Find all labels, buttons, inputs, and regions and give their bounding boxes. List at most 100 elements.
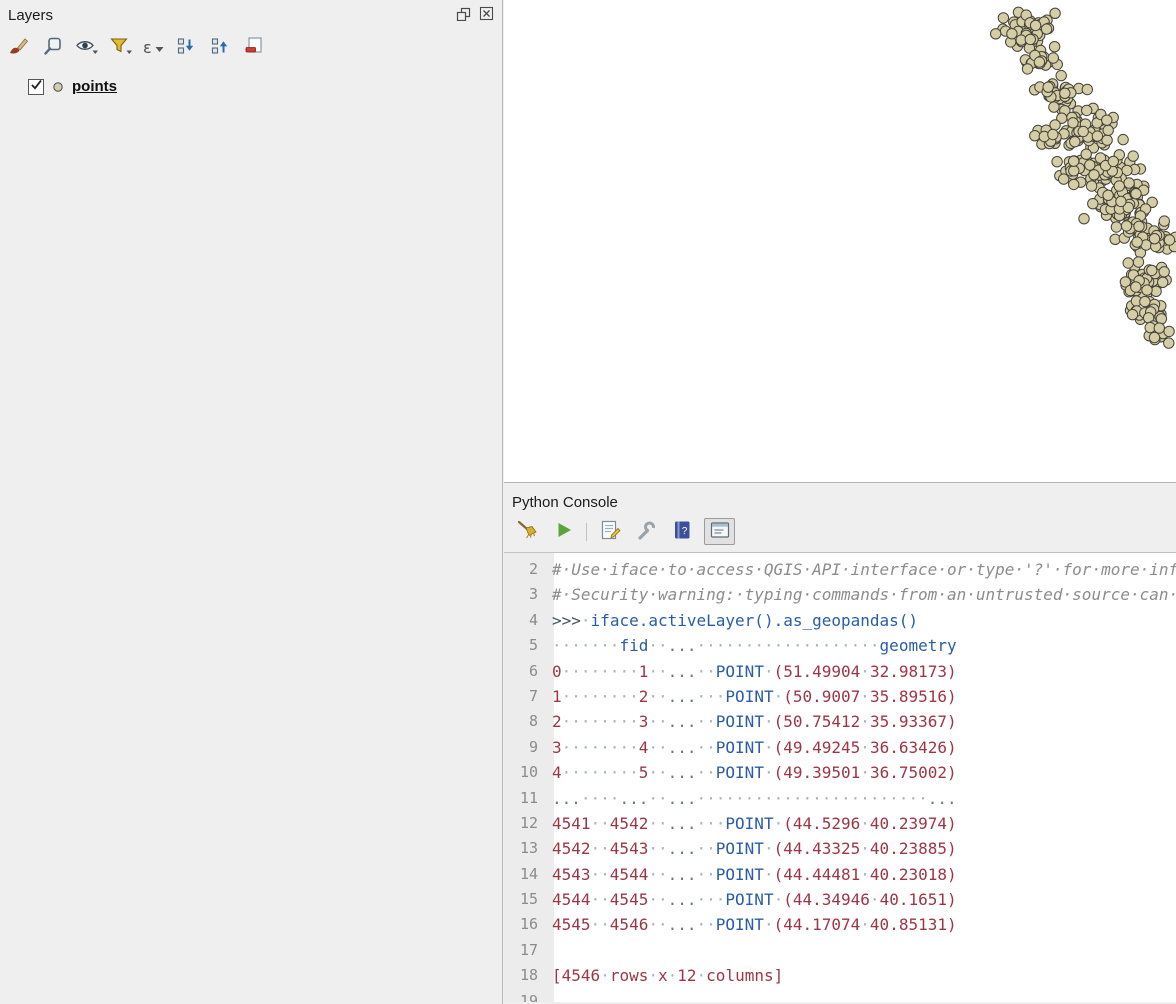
console-line-text: 4544··4545··...···POINT·(44.34946·40.165… bbox=[546, 887, 957, 912]
console-line-number: 19 bbox=[504, 989, 546, 1002]
console-line: 5·······fid··...···················geome… bbox=[504, 633, 1176, 658]
console-line-number: 12 bbox=[504, 811, 546, 836]
run-command-button[interactable] bbox=[550, 519, 577, 544]
console-line-number: 14 bbox=[504, 862, 546, 887]
console-line-number: 17 bbox=[504, 938, 546, 963]
manage-map-themes-button[interactable] bbox=[74, 36, 100, 60]
console-line: 93········4··...··POINT·(49.49245·36.634… bbox=[504, 735, 1176, 760]
console-line: 144543··4544··...··POINT·(44.44481·40.23… bbox=[504, 862, 1176, 887]
console-line-text bbox=[546, 938, 552, 963]
filter-by-expression-button[interactable]: ε bbox=[142, 36, 165, 60]
run-icon bbox=[554, 520, 574, 543]
console-line: 4>>>·iface.activeLayer().as_geopandas() bbox=[504, 608, 1176, 633]
help-book-icon: ? bbox=[671, 519, 693, 544]
expand-all-icon bbox=[176, 36, 196, 59]
console-line-text: 1········2··...···POINT·(50.9007·35.8951… bbox=[546, 684, 957, 709]
console-title: Python Console bbox=[504, 483, 1176, 511]
console-line-number: 15 bbox=[504, 887, 546, 912]
layers-panel: Layers bbox=[0, 0, 503, 1004]
point-symbol-icon bbox=[52, 81, 64, 93]
collapse-all-icon bbox=[210, 36, 230, 59]
console-lines: 2#·Use·iface·to·access·QGIS·API·interfac… bbox=[504, 557, 1176, 1002]
remove-layer-icon bbox=[244, 36, 264, 59]
funnel-icon bbox=[109, 36, 133, 59]
options-button[interactable] bbox=[632, 519, 659, 544]
layers-panel-titlebar: Layers bbox=[0, 0, 502, 30]
console-line-number: 8 bbox=[504, 709, 546, 734]
svg-text:?: ? bbox=[681, 526, 687, 537]
console-line-number: 10 bbox=[504, 760, 546, 785]
console-line: 2#·Use·iface·to·access·QGIS·API·interfac… bbox=[504, 557, 1176, 582]
console-line-text: 4542··4543··...··POINT·(44.43325·40.2388… bbox=[546, 836, 957, 861]
layer-label[interactable]: points bbox=[72, 78, 117, 95]
layer-row-points[interactable]: points bbox=[28, 78, 502, 95]
console-line-number: 18 bbox=[504, 963, 546, 988]
checkmark-icon bbox=[30, 78, 43, 96]
close-panel-button[interactable] bbox=[479, 6, 494, 24]
help-button[interactable]: ? bbox=[668, 519, 695, 544]
console-line: 60········1··...··POINT·(51.49904·32.981… bbox=[504, 659, 1176, 684]
broom-icon bbox=[516, 519, 540, 544]
float-panel-button[interactable] bbox=[456, 6, 471, 24]
console-line-text: #·Use·iface·to·access·QGIS·API·interface… bbox=[546, 557, 1176, 582]
console-line: 19 bbox=[504, 989, 1176, 1002]
console-line-text: >>>·iface.activeLayer().as_geopandas() bbox=[546, 608, 918, 633]
float-panel-icon bbox=[456, 6, 471, 24]
console-line: 3#·Security·warning:·typing·commands·fro… bbox=[504, 582, 1176, 607]
clear-console-button[interactable] bbox=[514, 519, 541, 544]
console-line: 71········2··...···POINT·(50.9007·35.895… bbox=[504, 684, 1176, 709]
console-line-text: #·Security·warning:·typing·commands·from… bbox=[546, 582, 1176, 607]
console-line-text: 2········3··...··POINT·(50.75412·35.9336… bbox=[546, 709, 957, 734]
expand-all-button[interactable] bbox=[173, 36, 199, 60]
add-group-button[interactable] bbox=[40, 36, 66, 60]
qgis-window: Layers bbox=[0, 0, 1176, 1004]
console-line: 18[4546·rows·x·12·columns] bbox=[504, 963, 1176, 988]
collapse-all-button[interactable] bbox=[207, 36, 233, 60]
console-line: 17 bbox=[504, 938, 1176, 963]
console-line-number: 7 bbox=[504, 684, 546, 709]
layers-toolbar: ε bbox=[0, 30, 502, 64]
open-layer-styling-button[interactable] bbox=[6, 36, 32, 60]
remove-layer-button[interactable] bbox=[241, 36, 267, 60]
console-line: 154544··4545··...···POINT·(44.34946·40.1… bbox=[504, 887, 1176, 912]
console-line-number: 16 bbox=[504, 912, 546, 937]
console-line: 164545··4546··...··POINT·(44.17074·40.85… bbox=[504, 912, 1176, 937]
magnifier-icon bbox=[43, 36, 63, 59]
show-editor-button[interactable] bbox=[596, 519, 623, 544]
console-line: 104········5··...··POINT·(49.39501·36.75… bbox=[504, 760, 1176, 785]
right-pane: Python Console bbox=[504, 0, 1176, 1004]
console-line: 124541··4542··...···POINT·(44.5296·40.23… bbox=[504, 811, 1176, 836]
console-line-number: 6 bbox=[504, 659, 546, 684]
console-line-number: 13 bbox=[504, 836, 546, 861]
console-toolbar: ? bbox=[504, 511, 1176, 553]
filter-legend-button[interactable] bbox=[108, 36, 134, 60]
console-line-text: 4543··4544··...··POINT·(44.44481·40.2301… bbox=[546, 862, 957, 887]
map-points-svg bbox=[504, 0, 1176, 483]
console-line-text: ·······fid··...···················geomet… bbox=[546, 633, 957, 658]
console-line-text: 4541··4542··...···POINT·(44.5296·40.2397… bbox=[546, 811, 957, 836]
dock-console-button[interactable] bbox=[704, 518, 735, 545]
console-line-number: 5 bbox=[504, 633, 546, 658]
layer-visibility-checkbox[interactable] bbox=[28, 79, 44, 95]
eye-icon bbox=[75, 36, 99, 59]
console-line-text bbox=[546, 989, 552, 1002]
console-line-text: 4545··4546··...··POINT·(44.17074·40.8513… bbox=[546, 912, 957, 937]
console-line-text: ...····...··...························.… bbox=[546, 786, 957, 811]
console-line-text: 4········5··...··POINT·(49.39501·36.7500… bbox=[546, 760, 957, 785]
map-canvas[interactable] bbox=[504, 0, 1176, 483]
editor-icon bbox=[599, 519, 621, 544]
console-line: 134542··4543··...··POINT·(44.43325·40.23… bbox=[504, 836, 1176, 861]
dropdown-caret-icon bbox=[155, 41, 164, 56]
paintbrush-icon bbox=[8, 36, 30, 59]
console-line-number: 9 bbox=[504, 735, 546, 760]
python-console-panel: Python Console bbox=[504, 483, 1176, 1002]
console-line-number: 2 bbox=[504, 557, 546, 582]
console-line: 82········3··...··POINT·(50.75412·35.933… bbox=[504, 709, 1176, 734]
console-line-text: 0········1··...··POINT·(51.49904·32.9817… bbox=[546, 659, 957, 684]
console-output[interactable]: 2#·Use·iface·to·access·QGIS·API·interfac… bbox=[504, 553, 1176, 1002]
console-window-icon bbox=[709, 520, 731, 543]
console-line-text: [4546·rows·x·12·columns] bbox=[546, 963, 783, 988]
layers-panel-title: Layers bbox=[8, 7, 53, 24]
wrench-icon bbox=[635, 519, 657, 544]
console-line: 11...····...··...·······················… bbox=[504, 786, 1176, 811]
